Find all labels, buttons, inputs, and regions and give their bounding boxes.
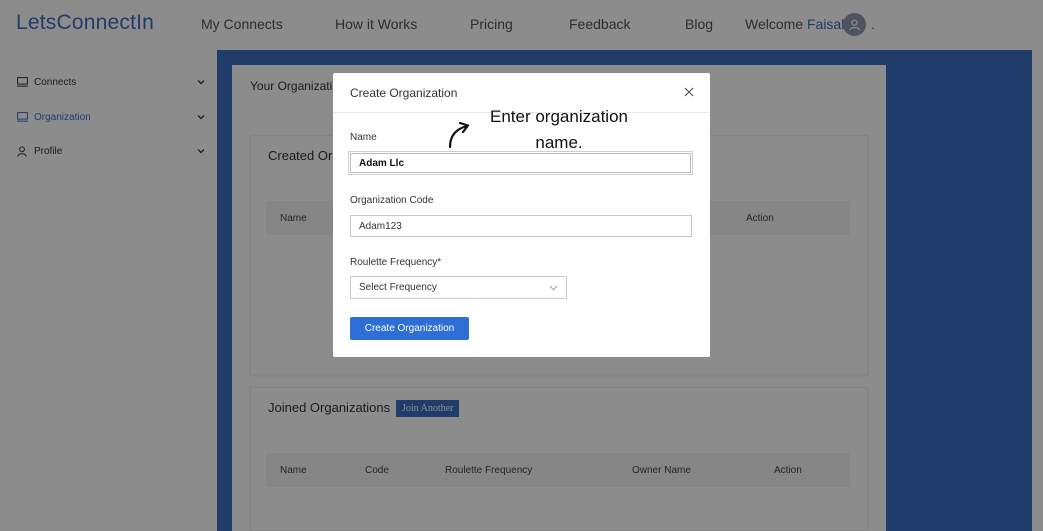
- organization-name-input[interactable]: [350, 153, 691, 173]
- close-button[interactable]: [683, 86, 695, 98]
- organization-code-label: Organization Code: [350, 195, 434, 206]
- roulette-frequency-label: Roulette Frequency*: [350, 257, 442, 268]
- annotation-line-1: Enter organization: [490, 107, 628, 126]
- annotation-text: Enter organization name.: [474, 104, 644, 156]
- organization-code-input[interactable]: [350, 215, 692, 237]
- modal-title: Create Organization: [350, 86, 458, 100]
- curved-arrow-icon: [448, 121, 470, 149]
- selected-frequency: Select Frequency: [359, 282, 437, 293]
- close-icon: [684, 87, 694, 97]
- chevron-down-icon: [549, 285, 558, 291]
- create-organization-button[interactable]: Create Organization: [350, 317, 469, 340]
- name-label: Name: [350, 132, 377, 143]
- roulette-frequency-select[interactable]: Select Frequency: [350, 276, 567, 299]
- annotation-line-2: name.: [535, 133, 583, 152]
